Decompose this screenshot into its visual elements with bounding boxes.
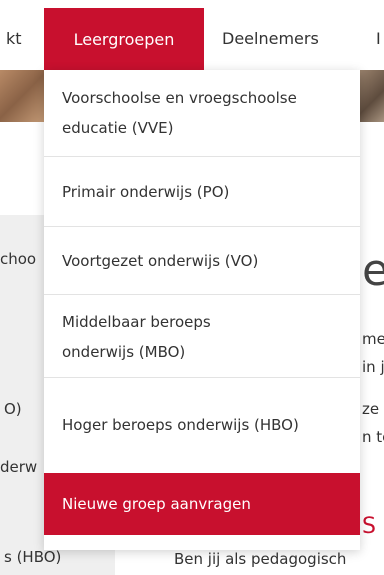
nav-item-leergroepen[interactable]: Leergroepen <box>44 8 204 70</box>
dropdown-item-vo[interactable]: Voortgezet onderwijs (VO) <box>44 228 360 295</box>
dropdown-item-label: Middelbaar beroeps onderwijs (MBO) <box>62 312 211 361</box>
nav-item-deelnemers[interactable]: Deelnemers <box>222 29 319 48</box>
banner-photo-left <box>0 70 44 122</box>
nav-item-partial-right[interactable]: I <box>376 29 381 48</box>
sidebar-item-mbo-partial[interactable]: O) <box>4 400 48 418</box>
dropdown-item-mbo[interactable]: Middelbaar beroeps onderwijs (MBO) <box>44 296 360 378</box>
new-group-request-label: Nieuwe groep aanvragen <box>62 495 251 513</box>
sidebar-item-hbo-partial-1[interactable]: derw <box>0 458 44 476</box>
new-group-request-button[interactable]: Nieuwe groep aanvragen <box>44 473 360 535</box>
dropdown-item-label: Hoger beroeps onderwijs (HBO) <box>62 416 299 434</box>
leergroepen-dropdown: Voorschoolse en vroegschoolse educatie (… <box>44 70 360 550</box>
banner-photo-right <box>356 70 384 122</box>
intro-text-line-4: n te <box>362 428 384 446</box>
sidebar-item-vo-partial[interactable]: choo <box>0 250 44 268</box>
dropdown-item-po[interactable]: Primair onderwijs (PO) <box>44 158 360 227</box>
intro-text-line-1: me <box>362 330 384 348</box>
dropdown-item-hbo[interactable]: Hoger beroeps onderwijs (HBO) <box>44 379 360 471</box>
dropdown-item-label: Voortgezet onderwijs (VO) <box>62 252 259 270</box>
intro-text-line-3: ze <box>362 400 380 418</box>
section-heading-partial: S <box>362 514 376 539</box>
page-heading-partial: e <box>362 245 384 296</box>
body-text: Ben jij als pedagogisch <box>174 550 347 568</box>
sidebar-item-hbo[interactable]: s (HBO) <box>4 548 114 566</box>
dropdown-item-label: Primair onderwijs (PO) <box>62 183 230 201</box>
nav-item-partial-left[interactable]: kt <box>6 29 22 48</box>
intro-text-line-2: in j <box>362 358 384 376</box>
dropdown-item-vve[interactable]: Voorschoolse en vroegschoolse educatie (… <box>44 70 360 157</box>
dropdown-item-label: Voorschoolse en vroegschoolse educatie (… <box>62 89 297 137</box>
